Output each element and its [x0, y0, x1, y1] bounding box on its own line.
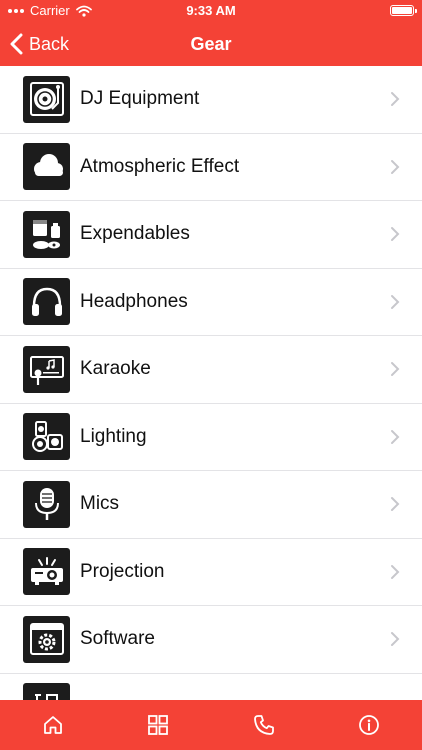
gear-item-label: Headphones: [80, 290, 188, 312]
gear-item-lighting[interactable]: Lighting: [0, 403, 422, 471]
headphones-icon: [23, 278, 70, 326]
gear-item-karaoke[interactable]: Karaoke: [0, 336, 422, 404]
tab-bar: [0, 700, 422, 750]
chevron-right-icon: [391, 92, 400, 107]
stage-lights-icon: [23, 413, 70, 461]
gear-item-label: DJ Equipment: [80, 88, 200, 110]
info-icon: [359, 715, 380, 735]
gear-item-mics[interactable]: Mics: [0, 471, 422, 539]
tab-grid[interactable]: [106, 700, 212, 750]
gear-item-atmospheric-effect[interactable]: Atmospheric Effect: [0, 133, 422, 201]
partial-item-icon: [23, 683, 70, 700]
grid-icon: [148, 715, 169, 735]
chevron-right-icon: [391, 159, 400, 174]
gear-item-label: Atmospheric Effect: [80, 155, 240, 177]
projector-icon: [23, 548, 70, 596]
tab-phone[interactable]: [211, 700, 317, 750]
gear-item-partial[interactable]: [0, 673, 422, 700]
cloud-icon: [23, 143, 70, 191]
gear-list[interactable]: DJ Equipment Atmospheric Effect Expendab…: [0, 66, 422, 700]
chevron-right-icon: [391, 497, 400, 512]
microphone-icon: [23, 480, 70, 528]
navigation-bar: Back Gear: [0, 22, 422, 66]
gear-item-label: Software: [80, 628, 155, 650]
gear-item-label: Lighting: [80, 425, 147, 447]
chevron-right-icon: [391, 564, 400, 579]
gear-item-software[interactable]: Software: [0, 606, 422, 674]
chevron-right-icon: [391, 294, 400, 309]
tab-home[interactable]: [0, 700, 106, 750]
page-title: Gear: [190, 34, 232, 54]
chevron-right-icon: [391, 632, 400, 647]
turntable-icon: [23, 75, 70, 123]
software-gear-icon: [23, 615, 70, 663]
chevron-right-icon: [391, 429, 400, 444]
tab-info[interactable]: [317, 700, 422, 750]
clock: 9:33 AM: [186, 3, 236, 18]
karaoke-screen-icon: [23, 345, 70, 393]
phone-icon: [253, 715, 274, 735]
gear-item-label: Karaoke: [80, 358, 151, 380]
gear-item-label: Mics: [80, 493, 120, 515]
chevron-right-icon: [391, 227, 400, 242]
gear-item-label: Expendables: [80, 223, 190, 245]
gear-item-label: Projection: [80, 560, 165, 582]
gear-item-projection[interactable]: Projection: [0, 538, 422, 606]
gear-item-headphones[interactable]: Headphones: [0, 268, 422, 336]
chevron-right-icon: [391, 362, 400, 377]
status-bar: Carrier 9:33 AM: [0, 0, 422, 22]
gear-item-dj-equipment[interactable]: DJ Equipment: [0, 66, 422, 134]
battery-icon: [390, 5, 417, 16]
paint-supplies-icon: [23, 210, 70, 258]
gear-item-expendables[interactable]: Expendables: [0, 201, 422, 269]
home-icon: [43, 716, 62, 734]
